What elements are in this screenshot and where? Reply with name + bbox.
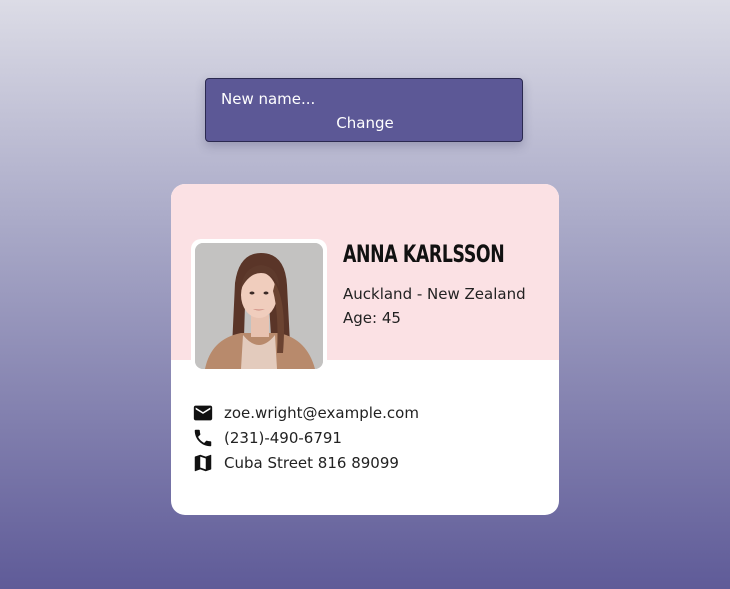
person-age: Age: 45 (343, 309, 401, 327)
age-label: Age: (343, 309, 378, 327)
person-location: Auckland - New Zealand (343, 285, 526, 303)
phone-icon (192, 427, 214, 449)
contact-list: zoe.wright@example.com (231)-490-6791 Cu… (192, 400, 419, 475)
profile-card: Anna Karlsson Auckland - New Zealand Age… (171, 184, 559, 515)
contact-email: zoe.wright@example.com (192, 400, 419, 425)
new-name-input[interactable] (221, 88, 506, 110)
profile-photo (191, 239, 327, 373)
email-icon (192, 402, 214, 424)
name-change-form: Change (205, 78, 523, 142)
phone-text: (231)-490-6791 (224, 428, 342, 447)
map-icon (192, 452, 214, 474)
contact-address: Cuba Street 816 89099 (192, 450, 419, 475)
age-value: 45 (381, 309, 401, 327)
contact-phone: (231)-490-6791 (192, 425, 419, 450)
address-text: Cuba Street 816 89099 (224, 453, 399, 472)
person-name: Anna Karlsson (343, 240, 505, 268)
change-button[interactable]: Change (206, 112, 524, 134)
email-text: zoe.wright@example.com (224, 403, 419, 422)
